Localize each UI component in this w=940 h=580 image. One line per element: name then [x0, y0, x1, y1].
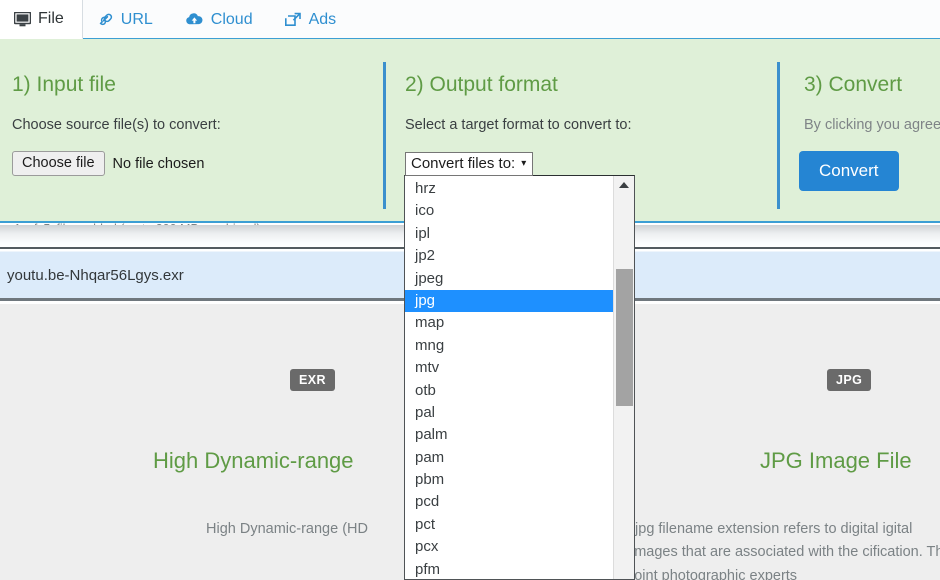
dropdown-option-pam[interactable]: pam — [405, 447, 614, 469]
dropdown-option-ipl[interactable]: ipl — [405, 223, 614, 245]
source-format-title: High Dynamic-range — [153, 448, 354, 473]
converter-page: File URL Cloud Ads 1) Input file Choose … — [0, 0, 940, 580]
tab-file[interactable]: File — [0, 0, 83, 39]
dropdown-option-pfm[interactable]: pfm — [405, 559, 614, 579]
target-format-badge: JPG — [827, 369, 872, 391]
source-tabs: File URL Cloud Ads — [0, 0, 940, 39]
target-format-body: .jpg filename extension refers to digita… — [631, 521, 940, 580]
tab-url-label: URL — [120, 10, 153, 28]
cloud-icon — [185, 12, 204, 27]
step-2-subtitle: Select a target format to convert to: — [405, 117, 632, 133]
dropdown-option-pbm[interactable]: pbm — [405, 469, 614, 491]
source-format-body: High Dynamic-range (HD — [206, 521, 368, 537]
chevron-down-icon: ▾ — [521, 157, 527, 169]
file-row-name: youtu.be-Nhqar56Lgys.exr — [7, 266, 184, 284]
tab-ads[interactable]: Ads — [271, 0, 355, 39]
dropdown-option-map[interactable]: map — [405, 312, 614, 334]
scroll-up-arrow-icon[interactable] — [614, 176, 634, 194]
top-navbar: File URL Cloud Ads — [0, 0, 940, 39]
output-format-option-list[interactable]: hrz ico ipl jp2 jpeg jpg map mng mtv otb pal palm pa… — [405, 176, 624, 579]
step-3-subtitle: By clicking you agree — [804, 117, 940, 133]
dropdown-option-pcd[interactable]: pcd — [405, 491, 614, 513]
step-1-subtitle: Choose source file(s) to convert: — [12, 117, 221, 133]
choose-file-button[interactable]: Choose file — [12, 151, 105, 177]
link-icon — [97, 12, 114, 27]
output-format-select[interactable]: Convert files to: ▾ — [405, 152, 534, 177]
convert-button[interactable]: Convert — [799, 151, 899, 191]
dropdown-option-pal[interactable]: pal — [405, 402, 614, 424]
output-format-select-label: Convert files to: — [411, 155, 516, 172]
step-3-title: 3) Convert — [804, 73, 903, 96]
dropdown-scrollbar-thumb[interactable] — [616, 269, 633, 406]
dropdown-option-otb[interactable]: otb — [405, 380, 614, 402]
dropdown-option-mtv[interactable]: mtv — [405, 357, 614, 379]
dropdown-option-jpg[interactable]: jpg — [405, 289, 624, 313]
target-format-title: JPG Image File — [760, 448, 912, 473]
output-format-select-wrap: Convert files to: ▾ — [405, 152, 534, 177]
dropdown-option-mng[interactable]: mng — [405, 335, 614, 357]
dropdown-option-jpeg[interactable]: jpeg — [405, 268, 614, 290]
tab-file-label: File — [38, 10, 64, 27]
tab-url[interactable]: URL — [83, 0, 171, 39]
step-2-title: 2) Output format — [405, 73, 558, 96]
dropdown-option-pcx[interactable]: pcx — [405, 536, 614, 558]
monitor-icon — [14, 11, 31, 27]
step-input-file: 1) Input file Choose source file(s) to c… — [0, 39, 386, 237]
step-1-title: 1) Input file — [12, 73, 116, 96]
tab-cloud[interactable]: Cloud — [171, 0, 271, 39]
dropdown-scrollbar[interactable] — [613, 176, 634, 579]
dropdown-option-palm[interactable]: palm — [405, 424, 614, 446]
output-format-dropdown[interactable]: hrz ico ipl jp2 jpeg jpg map mng mtv otb pal palm pa… — [404, 175, 635, 580]
dropdown-option-ico[interactable]: ico — [405, 200, 614, 222]
tab-cloud-label: Cloud — [210, 10, 253, 28]
source-format-badge: EXR — [290, 369, 335, 391]
dropdown-option-hrz[interactable]: hrz — [405, 178, 614, 200]
tab-ads-label: Ads — [308, 10, 337, 28]
dropdown-option-pct[interactable]: pct — [405, 514, 614, 536]
file-input-control[interactable]: Choose file No file chosen — [12, 151, 205, 177]
step-convert: 3) Convert By clicking you agree — [780, 39, 940, 223]
dropdown-option-jp2[interactable]: jp2 — [405, 245, 614, 267]
external-link-icon — [284, 12, 302, 27]
file-chosen-status: No file chosen — [112, 155, 205, 172]
